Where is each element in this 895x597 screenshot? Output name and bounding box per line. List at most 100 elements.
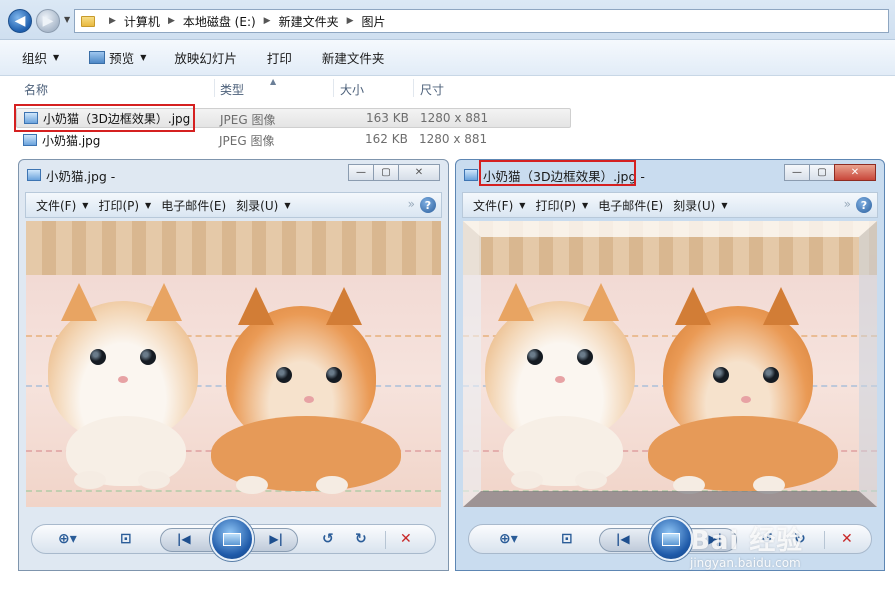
slideshow-icon [223,532,241,546]
viewer-control-bar: ⊕▾ ⊡ |◀ ▶| ↺ ↻ ✕ [31,517,436,561]
blanket-pattern [463,490,877,492]
kitten-eye [713,367,729,383]
menu-print[interactable]: 打印(P) ▼ [98,197,151,214]
rotate-counterclockwise-icon[interactable]: ↺ [322,531,334,547]
column-size[interactable]: 大小 [340,81,364,98]
image-file-icon [23,134,37,146]
minimize-icon[interactable]: — [784,164,810,181]
breadcrumb-computer[interactable]: 计算机 [124,13,160,30]
column-divider[interactable] [214,79,215,97]
organize-label: 组织 [22,51,48,66]
kitten-eye [763,367,779,383]
kitten-nose [118,376,128,383]
file-name: 小奶猫.jpg [42,133,101,148]
kitten-photo [26,221,441,507]
chevron-down-icon: ▼ [582,200,589,210]
preview-label: 预览 [109,51,135,66]
menu-burn[interactable]: 刻录(U) ▼ [673,197,727,214]
maximize-icon[interactable]: ▢ [809,164,835,181]
chevron-right-icon[interactable]: ▶ [264,16,271,26]
kitten-ear [583,283,619,321]
zoom-icon[interactable]: ⊕▾ [58,531,77,547]
photo-viewer-icon [464,169,478,181]
kitten-eye [527,349,543,365]
kitten-paw [236,476,268,494]
kitten-paw [575,471,607,489]
menu-file-label: 文件(F) [36,198,77,213]
viewer-menubar: 文件(F) ▼ 打印(P) ▼ 电子邮件(E) 刻录(U) ▼ » ? [25,192,442,218]
breadcrumb[interactable]: ▶ 计算机 ▶ 本地磁盘 (E:) ▶ 新建文件夹 ▶ 图片 [74,9,889,33]
file-dimensions: 1280 x 881 [419,132,488,146]
maximize-icon[interactable]: ▢ [373,164,399,181]
slideshow-play-button[interactable] [649,517,693,561]
minimize-icon[interactable]: — [348,164,374,181]
file-size: 162 KB [365,132,408,146]
column-divider[interactable] [333,79,334,97]
menu-burn[interactable]: 刻录(U) ▼ [236,197,290,214]
column-dimensions[interactable]: 尺寸 [420,81,444,98]
help-icon[interactable]: ? [420,197,436,213]
kitten-photo-3d-frame [463,221,877,507]
menu-burn-label: 刻录(U) [673,198,716,213]
breadcrumb-drive[interactable]: 本地磁盘 (E:) [183,13,256,30]
delete-icon[interactable]: ✕ [400,531,412,547]
organize-button[interactable]: 组织 ▼ [22,48,59,67]
kitten-eye [276,367,292,383]
previous-icon[interactable]: |◀ [177,532,191,546]
actual-size-icon[interactable]: ⊡ [120,531,132,547]
photo-background [26,221,441,281]
history-dropdown-icon[interactable]: ▼ [64,15,70,24]
menu-file[interactable]: 文件(F) ▼ [473,197,525,214]
slideshow-play-button[interactable] [210,517,254,561]
back-arrow-icon[interactable]: ◀ [8,9,32,33]
chevron-down-icon: ▼ [53,53,60,62]
help-icon[interactable]: ? [856,197,872,213]
more-icon[interactable]: » [408,197,415,211]
menu-email[interactable]: 电子邮件(E) [161,197,226,214]
command-toolbar: 组织 ▼ 预览 ▼ 放映幻灯片 打印 新建文件夹 [0,40,895,76]
file-type: JPEG 图像 [219,134,275,148]
menu-print-label: 打印(P) [98,198,140,213]
breadcrumb-folder[interactable]: 新建文件夹 [279,13,339,30]
kitten-eye [326,367,342,383]
slideshow-button[interactable]: 放映幻灯片 [174,48,237,67]
chevron-right-icon[interactable]: ▶ [168,16,175,26]
breadcrumb-pictures[interactable]: 图片 [362,13,386,30]
chevron-down-icon: ▼ [284,200,291,210]
sort-ascending-icon: ▲ [270,77,277,86]
more-icon[interactable]: » [844,197,851,211]
forward-arrow-icon[interactable]: ▶ [36,9,60,33]
kitten-paw [673,476,705,494]
close-icon[interactable]: ✕ [398,164,440,181]
zoom-icon[interactable]: ⊕▾ [499,531,518,547]
kitten-ear [763,287,799,325]
menu-print[interactable]: 打印(P) ▼ [535,197,588,214]
kitten-eye [140,349,156,365]
print-button[interactable]: 打印 [267,48,292,67]
chevron-right-icon[interactable]: ▶ [109,16,116,26]
column-divider[interactable] [413,79,414,97]
previous-icon[interactable]: |◀ [616,532,630,546]
chevron-right-icon[interactable]: ▶ [347,16,354,26]
kitten-nose [304,396,314,403]
actual-size-icon[interactable]: ⊡ [561,531,573,547]
viewer-title-bar[interactable]: 小奶猫.jpg - — ▢ ✕ [19,160,448,190]
rotate-clockwise-icon[interactable]: ↻ [355,531,367,547]
chevron-down-icon: ▼ [519,200,526,210]
menu-burn-label: 刻录(U) [236,198,279,213]
next-icon[interactable]: ▶| [269,532,283,546]
new-folder-button[interactable]: 新建文件夹 [322,48,385,67]
kitten-paw [511,471,543,489]
close-icon[interactable]: ✕ [834,164,876,181]
kitten-ear [146,283,182,321]
kitten-paw [138,471,170,489]
watermark-logo: Bai 经验 [690,526,804,556]
file-row[interactable]: 小奶猫.jpg JPEG 图像 162 KB 1280 x 881 [16,130,571,150]
kitten-ear [238,287,274,325]
menu-email[interactable]: 电子邮件(E) [598,197,663,214]
column-name[interactable]: 名称 [24,81,48,98]
preview-button[interactable]: 预览 ▼ [89,48,146,67]
column-type[interactable]: 类型 [220,81,244,98]
menu-file[interactable]: 文件(F) ▼ [36,197,88,214]
kitten-eye [90,349,106,365]
